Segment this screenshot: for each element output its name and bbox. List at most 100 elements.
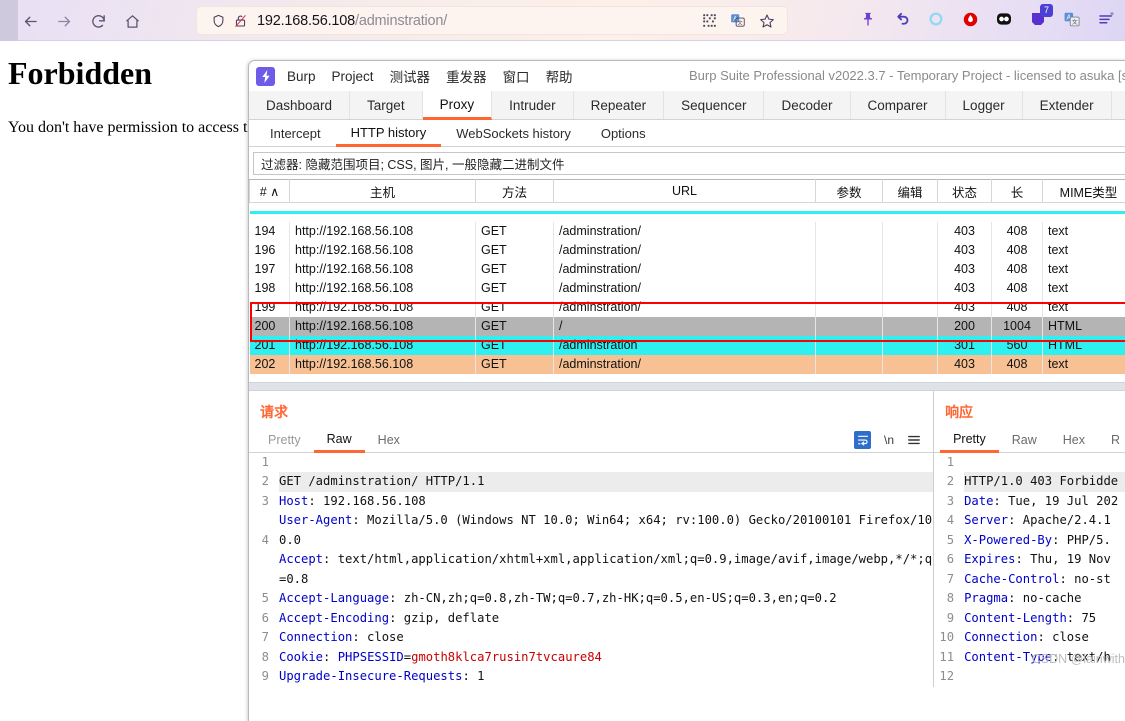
request-line-5: Accept-Language: zh-CN,zh;q=0.8,zh-TW;q=…	[279, 591, 837, 605]
tab-target[interactable]: Target	[350, 91, 423, 119]
menu-burp[interactable]: Burp	[287, 69, 316, 84]
cell-edited	[882, 278, 938, 298]
http-history-table: # ∧ 主机 方法 URL 参数 编辑 状态 长 MIME类型 194 http…	[249, 179, 1125, 374]
back-icon[interactable]	[18, 9, 42, 33]
dark-reader-icon[interactable]	[993, 7, 1015, 31]
request-line-1: GET /adminstration/ HTTP/1.1	[279, 472, 934, 492]
url-text[interactable]: 192.168.56.108/adminstration/	[257, 13, 447, 29]
cell-params	[815, 259, 883, 279]
purple-shield-icon[interactable]: 7	[1027, 4, 1053, 31]
shield-icon[interactable]	[207, 11, 229, 31]
tab-intruder[interactable]: Intruder	[492, 91, 574, 119]
red-drop-icon[interactable]	[959, 7, 981, 31]
col-method[interactable]: 方法	[475, 179, 554, 203]
undo-arrow-icon[interactable]	[891, 7, 913, 31]
cell-length: 408	[991, 278, 1043, 298]
response-tab-render[interactable]: R	[1098, 428, 1125, 452]
tab-proxy[interactable]: Proxy	[422, 91, 493, 120]
menu-repeater[interactable]: 重发器	[446, 66, 487, 86]
pin-icon[interactable]	[857, 7, 879, 31]
cyan-row-marker	[249, 210, 1125, 214]
col-id[interactable]: # ∧	[249, 179, 290, 203]
cell-status: 403	[937, 221, 992, 241]
request-tab-raw[interactable]: Raw	[313, 428, 365, 453]
reload-icon[interactable]	[86, 9, 110, 33]
response-line-2: Date: Tue, 19 Jul 202	[964, 493, 1119, 508]
cell-host: http://192.168.56.108	[289, 240, 476, 260]
table-row[interactable]: 197 http://192.168.56.108 GET /adminstra…	[249, 259, 1125, 279]
pane-splitter[interactable]	[249, 381, 1125, 391]
table-row-selected[interactable]: 200 http://192.168.56.108 GET / 200 1004…	[249, 316, 1125, 336]
col-params[interactable]: 参数	[815, 179, 883, 203]
home-icon[interactable]	[120, 9, 144, 33]
cell-edited	[882, 221, 938, 241]
table-row[interactable]: 196 http://192.168.56.108 GET /adminstra…	[249, 240, 1125, 260]
circle-ring-icon[interactable]	[925, 7, 947, 31]
translate-icon[interactable]: A文	[728, 11, 748, 31]
tab-intercept[interactable]: Intercept	[255, 120, 336, 146]
cell-length: 408	[991, 240, 1043, 260]
tab-extender[interactable]: Extender	[1023, 91, 1112, 119]
cell-host: http://192.168.56.108	[289, 297, 476, 317]
menu-window[interactable]: 窗口	[503, 66, 530, 86]
filter-bar[interactable]: 过滤器: 隐藏范围项目; CSS, 图片, 一般隐藏二进制文件	[253, 152, 1125, 175]
tab-dashboard[interactable]: Dashboard	[249, 91, 351, 119]
menu-help[interactable]: 帮助	[546, 66, 573, 86]
burp-window-title: Burp Suite Professional v2022.3.7 - Temp…	[689, 68, 1125, 83]
request-line-2: Host: 192.168.56.108	[279, 493, 426, 508]
cell-params	[815, 221, 883, 241]
col-edited[interactable]: 编辑	[882, 179, 938, 203]
request-body[interactable]: GET /adminstration/ HTTP/1.1 Host: 192.16…	[273, 453, 934, 689]
qr-code-icon[interactable]	[699, 11, 719, 31]
table-row-highlight-cyan[interactable]: 201 http://192.168.56.108 GET /adminstra…	[249, 335, 1125, 355]
tab-decoder[interactable]: Decoder	[764, 91, 851, 119]
star-icon[interactable]	[757, 11, 777, 31]
col-host[interactable]: 主机	[289, 179, 476, 203]
response-editor[interactable]: 1 2 3 4 5 6 7 8 9 10 11 12 HTTP/1.0 403 …	[934, 452, 1125, 689]
menu-intruder[interactable]: 测试器	[390, 66, 431, 86]
response-body[interactable]: HTTP/1.0 403 Forbidde Date: Tue, 19 Jul 2…	[958, 453, 1125, 689]
cell-status: 301	[937, 335, 992, 355]
lock-broken-icon[interactable]	[229, 11, 251, 31]
request-line-8: Cookie: PHPSESSID=gmoth8klca7rusin7tvcau…	[279, 649, 602, 664]
request-editor[interactable]: 1 2 3 4 5 6 7 8 9 10 11	[249, 452, 934, 689]
response-line-6: Cache-Control: no-st	[964, 571, 1111, 586]
menu-icon[interactable]	[1095, 7, 1117, 31]
col-length[interactable]: 长	[991, 179, 1043, 203]
cell-method: GET	[475, 221, 554, 241]
table-row-highlight-orange[interactable]: 202 http://192.168.56.108 GET /adminstra…	[249, 354, 1125, 374]
tab-http-history[interactable]: HTTP history	[335, 120, 442, 147]
table-row[interactable]: 194 http://192.168.56.108 GET /adminstra…	[249, 221, 1125, 241]
translate-extension-icon[interactable]: A文	[1061, 7, 1083, 31]
menu-project[interactable]: Project	[332, 69, 374, 84]
cell-edited	[882, 354, 938, 374]
response-tab-raw[interactable]: Raw	[999, 428, 1050, 452]
cell-length: 560	[991, 335, 1043, 355]
newline-indicator[interactable]: \n	[884, 433, 894, 447]
hamburger-menu-icon[interactable]	[907, 434, 921, 446]
request-tab-hex[interactable]: Hex	[365, 428, 413, 452]
col-status[interactable]: 状态	[937, 179, 992, 203]
table-row[interactable]: 198 http://192.168.56.108 GET /adminstra…	[249, 278, 1125, 298]
tab-comparer[interactable]: Comparer	[851, 91, 946, 119]
tab-logger[interactable]: Logger	[946, 91, 1023, 119]
table-row[interactable]: 199 http://192.168.56.108 GET /adminstra…	[249, 297, 1125, 317]
col-url[interactable]: URL	[553, 179, 816, 203]
request-tab-pretty[interactable]: Pretty	[255, 428, 314, 452]
cell-mime: text	[1042, 278, 1125, 298]
wrap-lines-icon[interactable]	[854, 430, 872, 449]
cell-method: GET	[475, 297, 554, 317]
tab-sequencer[interactable]: Sequencer	[664, 91, 765, 119]
response-tab-pretty[interactable]: Pretty	[940, 428, 999, 453]
tab-repeater[interactable]: Repeater	[574, 91, 665, 119]
response-tab-hex[interactable]: Hex	[1050, 428, 1098, 452]
tab-websockets-history[interactable]: WebSockets history	[441, 120, 586, 146]
forward-icon[interactable]	[52, 9, 76, 33]
cell-host: http://192.168.56.108	[289, 259, 476, 279]
col-mime[interactable]: MIME类型	[1042, 179, 1125, 203]
tab-options[interactable]: Options	[586, 120, 661, 146]
response-line-4: X-Powered-By: PHP/5.	[964, 532, 1111, 547]
address-bar[interactable]: 192.168.56.108/adminstration/ A文	[196, 6, 788, 35]
tab-project-options[interactable]: Project o	[1112, 91, 1125, 119]
extension-toolbar: 7 A文	[857, 4, 1117, 31]
